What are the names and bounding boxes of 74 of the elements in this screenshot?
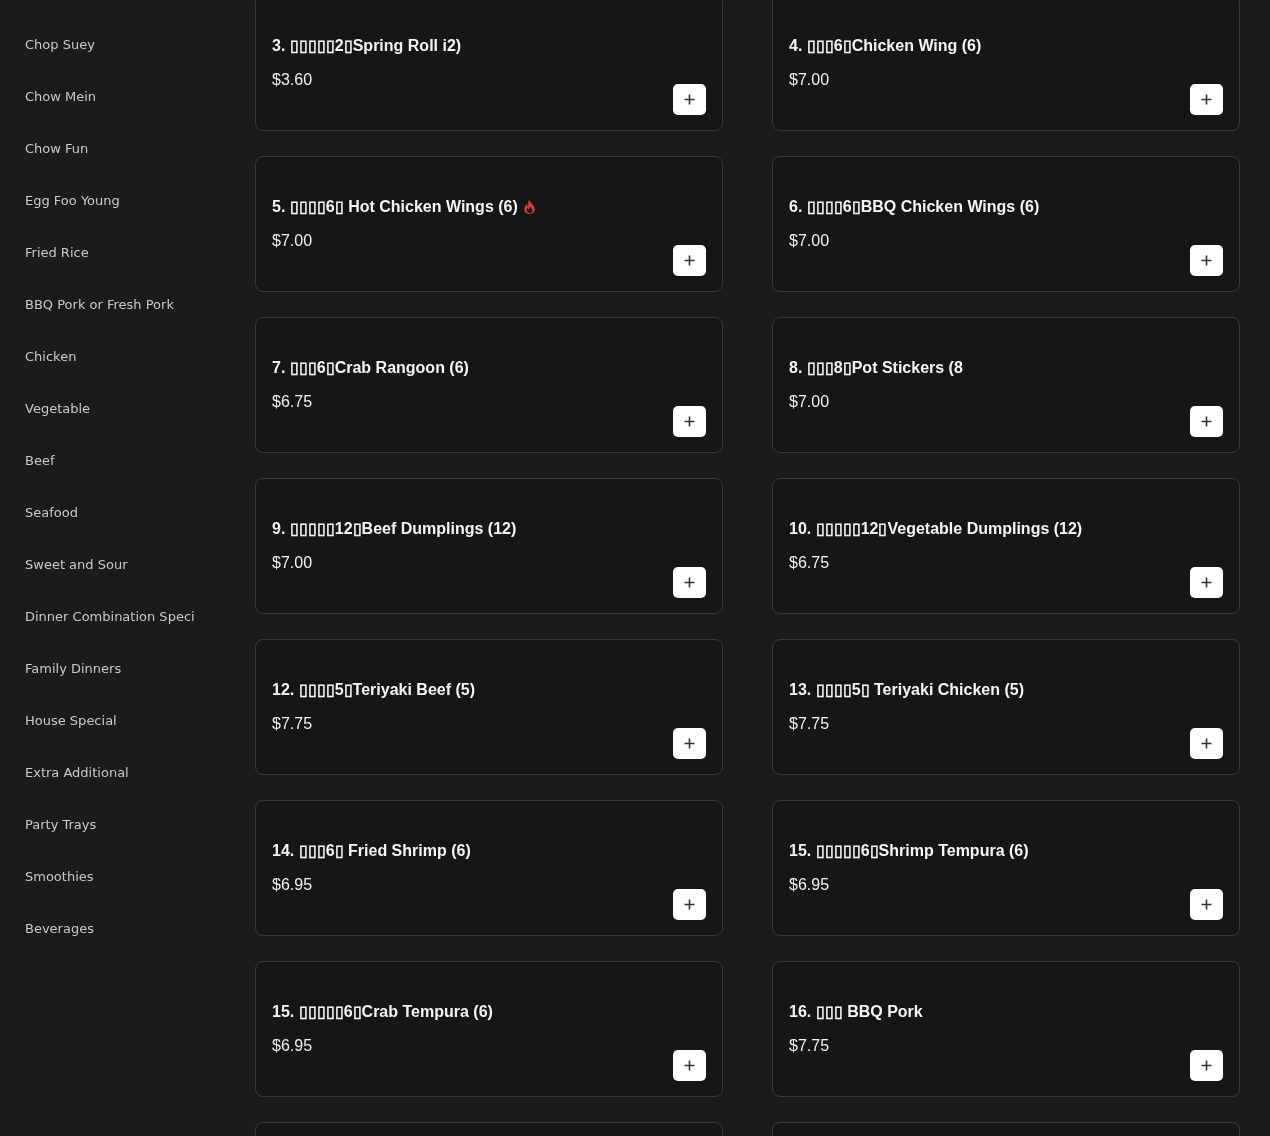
dish-price: $7.75: [789, 1036, 830, 1056]
category-link[interactable]: Chow Mein: [25, 87, 97, 107]
plus-icon: [684, 738, 695, 749]
dish-price: $6.75: [272, 392, 313, 412]
dish-price: $7.75: [272, 714, 313, 734]
dish-name: 15. ▯▯▯▯▯6▯Crab Tempura (6): [272, 1002, 493, 1022]
category-link[interactable]: House Special: [25, 711, 117, 731]
category-link[interactable]: Vegetable: [25, 399, 91, 419]
category-link[interactable]: Party Trays: [25, 815, 97, 835]
dish-price: $6.75: [789, 553, 830, 573]
add-button[interactable]: [1190, 1050, 1223, 1081]
plus-icon: [1201, 416, 1212, 427]
dish-price: $7.00: [789, 70, 830, 90]
dish-name: 16. ▯▯▯ BBQ Pork: [789, 1002, 923, 1022]
dish-name: 12. ▯▯▯▯5▯Teriyaki Beef (5): [272, 680, 475, 700]
dish-name: 14. ▯▯▯6▯ Fried Shrimp (6): [272, 841, 471, 861]
dish-name: 5. ▯▯▯▯6▯ Hot Chicken Wings (6): [272, 197, 518, 217]
add-button[interactable]: [1190, 84, 1223, 115]
add-button[interactable]: [673, 1050, 706, 1081]
add-button[interactable]: [1190, 728, 1223, 759]
category-link[interactable]: Sweet and Sour: [25, 555, 128, 575]
category-link[interactable]: Chop Suey: [25, 35, 95, 55]
plus-icon: [684, 577, 695, 588]
dish-name: 6. ▯▯▯▯6▯BBQ Chicken Wings (6): [789, 197, 1040, 217]
category-link[interactable]: Smoothies: [25, 867, 94, 887]
plus-icon: [1201, 94, 1212, 105]
dish-price: $7.00: [789, 392, 830, 412]
add-button[interactable]: [1190, 245, 1223, 276]
plus-icon: [684, 899, 695, 910]
plus-icon: [1201, 899, 1212, 910]
dish-price: $7.00: [272, 553, 313, 573]
category-link[interactable]: Egg Foo Young: [25, 191, 120, 211]
add-button[interactable]: [1190, 889, 1223, 920]
dish-price: $6.95: [789, 875, 830, 895]
plus-icon: [1201, 255, 1212, 266]
dish-name: 8. ▯▯▯8▯Pot Stickers (8: [789, 358, 963, 378]
category-link[interactable]: Fried Rice: [25, 243, 89, 263]
category-link[interactable]: Chicken: [25, 347, 77, 367]
dish-price: $6.95: [272, 875, 313, 895]
add-button[interactable]: [673, 728, 706, 759]
category-link[interactable]: Chow Fun: [25, 139, 89, 159]
dish-name: 15. ▯▯▯▯▯6▯Shrimp Tempura (6): [789, 841, 1029, 861]
dish-price: $7.75: [789, 714, 830, 734]
add-button[interactable]: [673, 567, 706, 598]
plus-icon: [684, 94, 695, 105]
category-link[interactable]: Beef: [25, 451, 55, 471]
add-button[interactable]: [673, 406, 706, 437]
plus-icon: [1201, 738, 1212, 749]
add-button[interactable]: [1190, 567, 1223, 598]
category-link[interactable]: Beverages: [25, 919, 94, 939]
dish-name: 13. ▯▯▯▯5▯ Teriyaki Chicken (5): [789, 680, 1024, 700]
dish-price: $7.00: [272, 231, 313, 251]
dish-price: $3.60: [272, 70, 313, 90]
plus-icon: [1201, 1060, 1212, 1071]
plus-icon: [684, 1060, 695, 1071]
dish-name: 4. ▯▯▯6▯Chicken Wing (6): [789, 36, 982, 56]
category-link[interactable]: BBQ Pork or Fresh Pork: [25, 295, 174, 315]
category-link[interactable]: Family Dinners: [25, 659, 122, 679]
plus-icon: [1201, 577, 1212, 588]
dish-price: $7.00: [789, 231, 830, 251]
dish-name: 7. ▯▯▯6▯Crab Rangoon (6): [272, 358, 469, 378]
dish-name: 10. ▯▯▯▯▯12▯Vegetable Dumplings (12): [789, 519, 1083, 539]
add-button[interactable]: [673, 245, 706, 276]
category-link[interactable]: Dinner Combination Speci: [25, 607, 195, 627]
dish-name: 3. ▯▯▯▯▯2▯Spring Roll i2): [272, 36, 462, 56]
plus-icon: [684, 255, 695, 266]
plus-icon: [684, 416, 695, 427]
category-link[interactable]: Seafood: [25, 503, 78, 523]
dish-price: $6.95: [272, 1036, 313, 1056]
category-link[interactable]: Extra Additional: [25, 763, 129, 783]
add-button[interactable]: [673, 84, 706, 115]
dish-name: 9. ▯▯▯▯▯12▯Beef Dumplings (12): [272, 519, 517, 539]
add-button[interactable]: [673, 889, 706, 920]
add-button[interactable]: [1190, 406, 1223, 437]
